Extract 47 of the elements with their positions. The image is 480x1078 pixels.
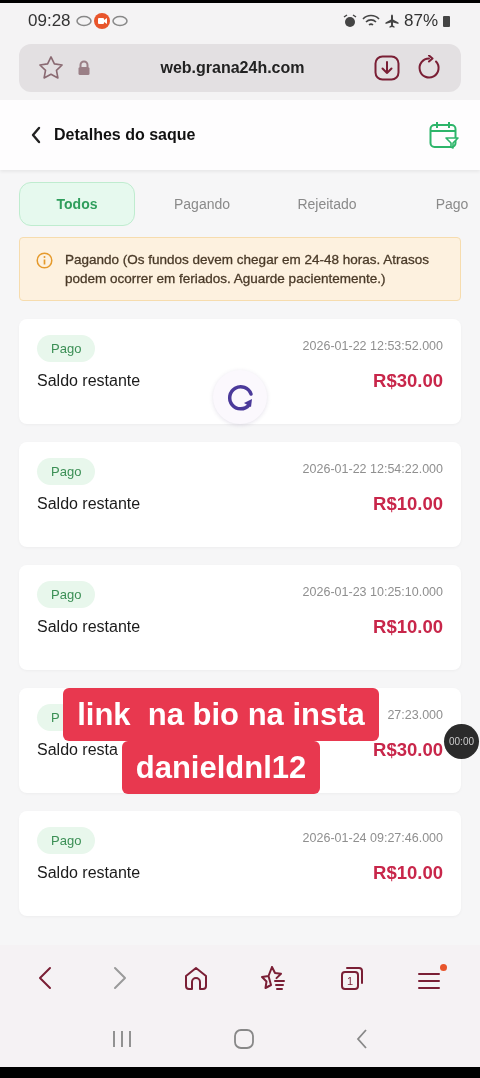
url-text[interactable]: web.grana24h.com xyxy=(91,59,374,77)
timestamp: 2026-01-22 12:54:22.000 xyxy=(302,462,443,476)
amount: R$30.00 xyxy=(373,370,443,392)
timestamp: 2026-01-22 12:53:52.000 xyxy=(302,339,443,353)
status-badge: Pago xyxy=(37,458,96,485)
balance-label: Saldo restante xyxy=(37,618,141,636)
notice-text: Pagando (Os fundos devem chegar em 24-48 horas. Atrasos podem ocorrer em feriados. Aguarde pacientemente.) xyxy=(65,251,430,288)
amount: R$30.00 xyxy=(373,739,443,761)
status-badge: Pago xyxy=(37,827,96,854)
address-bar[interactable]: web.grana24h.com xyxy=(19,44,461,92)
menu-button[interactable] xyxy=(416,964,447,992)
download-icon[interactable] xyxy=(374,55,400,81)
status-badge: Pago xyxy=(37,335,96,362)
caption-text: danieldnl12 xyxy=(121,741,321,794)
balance-label: Saldo restante xyxy=(37,864,141,882)
timestamp: 2026-01-23 10:25:10.000 xyxy=(302,585,443,599)
battery-level: 87% xyxy=(403,11,438,31)
balance-label: Saldo restante xyxy=(37,372,141,390)
reload-icon[interactable] xyxy=(417,55,443,81)
amount: R$10.00 xyxy=(373,493,443,515)
bookmarks-icon[interactable] xyxy=(259,964,288,992)
info-icon xyxy=(36,252,53,269)
balance-label: Saldo restante xyxy=(37,495,141,513)
airplane-icon xyxy=(384,14,399,28)
battery-icon xyxy=(443,15,450,27)
status-time: 09:28 xyxy=(28,11,71,31)
tab-count: 1 xyxy=(346,975,353,987)
timestamp: 27:23.000 xyxy=(387,708,443,722)
page-title: Detalhes do saque xyxy=(54,126,197,144)
alarm-icon xyxy=(342,14,357,28)
recorder-icon xyxy=(93,13,110,29)
tabs-button[interactable]: 1 xyxy=(337,964,366,992)
amount: R$10.00 xyxy=(373,616,443,638)
timestamp: 2026-01-24 09:27:46.000 xyxy=(302,831,443,845)
wifi-icon xyxy=(361,14,380,28)
home-icon[interactable] xyxy=(182,965,209,991)
amount: R$10.00 xyxy=(373,862,443,884)
notification-icon xyxy=(111,15,128,27)
status-badge: Pago xyxy=(37,581,96,608)
balance-label: Saldo resta xyxy=(37,741,118,759)
home-button-icon[interactable] xyxy=(233,1028,255,1050)
star-icon[interactable] xyxy=(37,54,65,82)
notification-icon xyxy=(75,15,92,27)
lock-icon xyxy=(77,60,91,76)
calendar-filter-icon[interactable] xyxy=(429,121,459,149)
caption-text: link na bio na insta xyxy=(63,688,379,741)
back-icon[interactable] xyxy=(30,126,42,144)
